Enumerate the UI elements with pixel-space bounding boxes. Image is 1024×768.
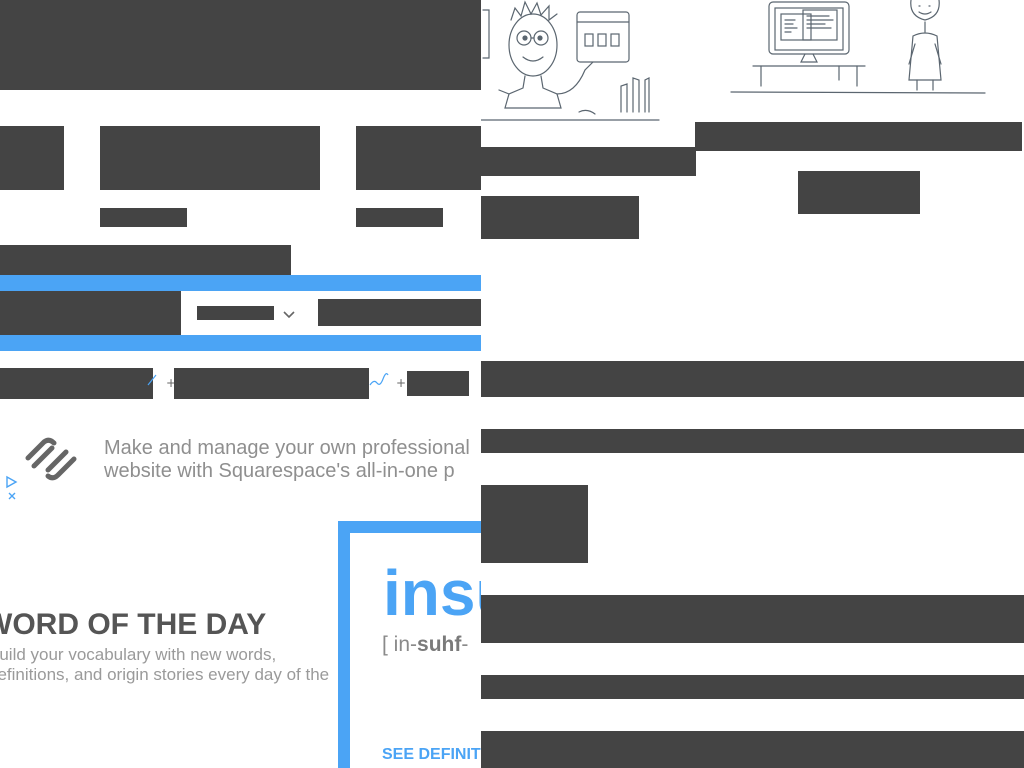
redacted-search-button[interactable] [318, 299, 481, 326]
redacted-row-2 [481, 429, 1024, 453]
left-panel: + + Make and manage your own professiona… [0, 0, 481, 768]
chevron-down-icon[interactable] [281, 306, 297, 322]
redacted-tile-label-3 [356, 208, 443, 227]
redacted-button-1[interactable] [798, 171, 920, 214]
redacted-headline-1 [695, 122, 1022, 151]
redacted-row-3 [481, 595, 1024, 643]
character-illustration-icon [481, 0, 660, 121]
search-bar-top-border [0, 275, 481, 291]
wotd-desc-line-1: Build your vocabulary with new words, [0, 645, 277, 664]
ad-copy[interactable]: Make and manage your own professional we… [104, 437, 481, 483]
redacted-row-1 [481, 361, 1024, 397]
pron-stress: suhf [417, 633, 462, 656]
wotd-word[interactable]: insu [383, 556, 481, 630]
redacted-select-value[interactable] [197, 306, 274, 320]
redacted-row-5 [481, 731, 1024, 768]
trend-squiggle-icon [147, 374, 157, 386]
redacted-headline-2 [481, 147, 696, 176]
right-panel [481, 0, 1024, 768]
redacted-tile-3[interactable] [356, 126, 481, 190]
trend-separator: + [396, 376, 407, 390]
redacted-tile-label-2 [100, 208, 187, 227]
search-bar-bottom-border [0, 335, 481, 351]
redacted-trend-3[interactable] [407, 371, 469, 396]
redacted-row-4 [481, 675, 1024, 699]
monitor-illustration-icon [730, 0, 986, 94]
see-definition-link[interactable]: SEE DEFINIT [382, 746, 481, 764]
redacted-button-2[interactable] [481, 196, 639, 239]
wotd-heading: WORD OF THE DAY [0, 608, 267, 641]
wotd-description: Build your vocabulary with new words, de… [0, 645, 330, 685]
redacted-image [481, 485, 588, 563]
pron-prefix: [ in- [382, 633, 418, 656]
ad-line-1: Make and manage your own professional [104, 437, 470, 459]
redacted-header [0, 0, 481, 90]
trend-squiggle-icon [369, 373, 389, 386]
page: + + Make and manage your own professiona… [0, 0, 1024, 768]
wotd-desc-line-2: definitions, and origin stories every da… [0, 665, 330, 684]
redacted-tile-2[interactable] [100, 126, 320, 190]
ad-line-2: website with Squarespace's all-in-one p [104, 460, 455, 482]
redacted-tile-1[interactable] [0, 126, 64, 190]
redacted-trend-1[interactable] [0, 368, 153, 399]
squarespace-logo-icon[interactable] [22, 436, 80, 482]
redacted-trend-2[interactable] [174, 368, 369, 399]
redacted-search-input[interactable] [0, 291, 181, 335]
redacted-heading [0, 245, 291, 275]
wotd-pronunciation: [ in-suhf- [382, 633, 468, 657]
adchoices-icon[interactable] [4, 474, 20, 504]
pron-suffix: - [461, 633, 469, 656]
